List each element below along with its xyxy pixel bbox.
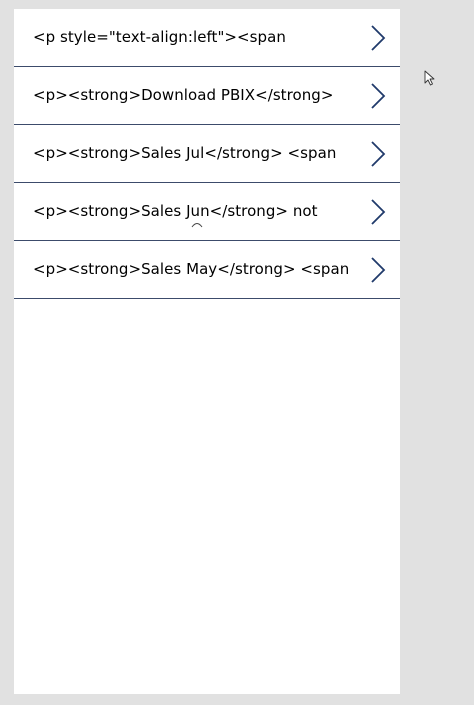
gallery-item[interactable]: <p><strong>Sales May</strong> <span — [14, 241, 400, 299]
chevron-right-icon[interactable] — [369, 82, 387, 110]
canvas-area: <p style="text-align:left"><span <p><str… — [0, 0, 474, 705]
gallery-item-title: <p><strong>Sales Jun</strong> not — [33, 202, 318, 220]
chevron-right-icon[interactable] — [369, 198, 387, 226]
chevron-right-icon[interactable] — [369, 256, 387, 284]
gallery-item-title: <p><strong>Sales May</strong> <span — [33, 260, 350, 278]
gallery-item-title: <p><strong>Sales Jul</strong> <span — [33, 144, 337, 162]
gallery-item[interactable]: <p style="text-align:left"><span — [14, 9, 400, 67]
gallery-item-title: <p style="text-align:left"><span — [33, 28, 286, 46]
gallery-item[interactable]: <p><strong>Download PBIX</strong> — [14, 67, 400, 125]
chevron-right-icon[interactable] — [369, 24, 387, 52]
chevron-right-icon[interactable] — [369, 140, 387, 168]
gallery-item[interactable]: <p><strong>Sales Jun</strong> not — [14, 183, 400, 241]
gallery-item[interactable]: <p><strong>Sales Jul</strong> <span — [14, 125, 400, 183]
mouse-pointer-icon — [424, 70, 435, 86]
gallery-list: <p style="text-align:left"><span <p><str… — [14, 9, 400, 299]
gallery-item-title: <p><strong>Download PBIX</strong> — [33, 86, 334, 104]
text-cursor-icon — [191, 223, 203, 228]
app-screen: <p style="text-align:left"><span <p><str… — [14, 9, 400, 694]
